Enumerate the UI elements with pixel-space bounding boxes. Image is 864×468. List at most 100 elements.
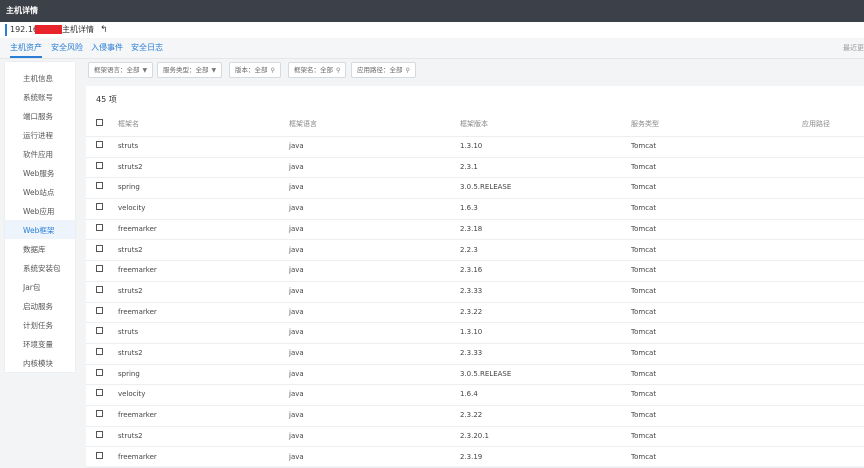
- filter-framework-name[interactable]: 框架名：全部⚲: [288, 62, 346, 78]
- sidebar-item[interactable]: 端口服务: [23, 111, 53, 122]
- sidebar-item[interactable]: 数据库: [23, 244, 46, 255]
- sidebar-item[interactable]: Web服务: [23, 168, 54, 179]
- sidebar-item[interactable]: 计划任务: [23, 320, 53, 331]
- sidebar-item[interactable]: Web应用: [23, 206, 54, 217]
- filter-service-type[interactable]: 服务类型：全部▼: [157, 62, 222, 78]
- table-row[interactable]: struts2java2.3.33Tomcat: [86, 343, 864, 365]
- row-checkbox[interactable]: [96, 431, 103, 438]
- cell-framework-version: 3.0.5.RELEASE: [460, 370, 511, 378]
- row-checkbox[interactable]: [96, 327, 103, 334]
- tab-host-assets[interactable]: 主机资产: [10, 38, 42, 58]
- cell-framework-name: spring: [118, 370, 140, 378]
- filter-label: 框架语言：全部: [94, 66, 140, 74]
- table-row[interactable]: velocityjava1.6.3Tomcat: [86, 198, 864, 220]
- cell-framework-name: freemarker: [118, 266, 157, 274]
- cell-framework-version: 2.3.18: [460, 225, 482, 233]
- cell-framework-version: 1.6.3: [460, 204, 478, 212]
- cell-framework-language: java: [289, 163, 304, 171]
- header-framework-language[interactable]: 框架语言: [289, 119, 317, 129]
- cell-framework-version: 1.3.10: [460, 142, 482, 150]
- table-row[interactable]: freemarkerjava2.3.16Tomcat: [86, 260, 864, 282]
- row-checkbox[interactable]: [96, 265, 103, 272]
- select-all-checkbox[interactable]: [96, 119, 103, 126]
- cell-framework-name: struts2: [118, 349, 143, 357]
- header-app-path[interactable]: 应用路径: [802, 119, 830, 129]
- cell-framework-language: java: [289, 225, 304, 233]
- cell-service-type: Tomcat: [631, 287, 656, 295]
- cell-framework-version: 2.3.20.1: [460, 432, 489, 440]
- item-count: 45 项: [96, 94, 117, 105]
- table-row[interactable]: freemarkerjava2.3.22Tomcat: [86, 302, 864, 324]
- sidebar-item[interactable]: Web框架: [23, 225, 54, 236]
- filter-version[interactable]: 版本：全部⚲: [229, 62, 281, 78]
- filter-label: 版本：全部: [235, 66, 268, 74]
- table-row[interactable]: struts2java2.3.20.1Tomcat: [86, 426, 864, 448]
- sidebar-item[interactable]: 主机信息: [23, 73, 53, 84]
- sidebar-item[interactable]: 运行进程: [23, 130, 53, 141]
- row-checkbox[interactable]: [96, 224, 103, 231]
- cell-service-type: Tomcat: [631, 246, 656, 254]
- filter-framework-language[interactable]: 框架语言：全部▼: [88, 62, 153, 78]
- table-row[interactable]: freemarkerjava2.3.18Tomcat: [86, 219, 864, 241]
- cell-framework-name: struts: [118, 328, 138, 336]
- sidebar-item[interactable]: 系统账号: [23, 92, 53, 103]
- table-row[interactable]: springjava3.0.5.RELEASETomcat: [86, 177, 864, 199]
- row-checkbox[interactable]: [96, 369, 103, 376]
- top-bar: 主机详情: [0, 0, 864, 22]
- row-checkbox[interactable]: [96, 245, 103, 252]
- row-checkbox[interactable]: [96, 389, 103, 396]
- table-header: 框架名 框架语言 框架版本 服务类型 应用路径: [86, 116, 864, 137]
- table-row[interactable]: struts2java2.2.3Tomcat: [86, 240, 864, 262]
- cell-framework-version: 2.3.33: [460, 287, 482, 295]
- last-update-note: 最近更: [843, 38, 864, 58]
- sidebar-item[interactable]: 软件应用: [23, 149, 53, 160]
- header-framework-version[interactable]: 框架版本: [460, 119, 488, 129]
- row-checkbox[interactable]: [96, 410, 103, 417]
- cell-service-type: Tomcat: [631, 163, 656, 171]
- table-row[interactable]: strutsjava1.3.10Tomcat: [86, 136, 864, 158]
- back-icon[interactable]: ↰: [100, 22, 108, 38]
- table-row[interactable]: freemarkerjava2.3.19Tomcat: [86, 447, 864, 468]
- table-row[interactable]: velocityjava1.6.4Tomcat: [86, 384, 864, 406]
- tab-security-risk[interactable]: 安全风险: [51, 38, 83, 58]
- sidebar-item[interactable]: 环境变量: [23, 339, 53, 350]
- table-row[interactable]: strutsjava1.3.10Tomcat: [86, 322, 864, 344]
- row-checkbox[interactable]: [96, 348, 103, 355]
- cell-service-type: Tomcat: [631, 370, 656, 378]
- sidebar-item[interactable]: 启动服务: [23, 301, 53, 312]
- header-service-type[interactable]: 服务类型: [631, 119, 659, 129]
- cell-service-type: Tomcat: [631, 349, 656, 357]
- sidebar-item[interactable]: Jar包: [23, 282, 40, 293]
- table-row[interactable]: freemarkerjava2.3.22Tomcat: [86, 405, 864, 427]
- host-subheader: 192.168 主机详情 ↰: [0, 22, 864, 38]
- cell-framework-name: velocity: [118, 390, 145, 398]
- row-checkbox[interactable]: [96, 452, 103, 459]
- row-checkbox[interactable]: [96, 286, 103, 293]
- filter-app-path[interactable]: 应用路径：全部⚲: [351, 62, 416, 78]
- search-icon: ⚲: [406, 67, 410, 74]
- dropdown-arrow-icon: ▼: [212, 67, 217, 74]
- cell-framework-name: freemarker: [118, 453, 157, 461]
- tab-security-log[interactable]: 安全日志: [131, 38, 163, 58]
- row-checkbox[interactable]: [96, 203, 103, 210]
- header-framework-name[interactable]: 框架名: [118, 119, 139, 129]
- row-checkbox[interactable]: [96, 141, 103, 148]
- cell-framework-name: spring: [118, 183, 140, 191]
- cell-framework-version: 2.3.16: [460, 266, 482, 274]
- tab-bar: 主机资产 安全风险 入侵事件 安全日志 最近更: [0, 38, 864, 59]
- cell-framework-version: 2.3.33: [460, 349, 482, 357]
- row-checkbox[interactable]: [96, 162, 103, 169]
- table-row[interactable]: struts2java2.3.1Tomcat: [86, 157, 864, 179]
- framework-table-panel: 45 项 框架名 框架语言 框架版本 服务类型 应用路径 strutsjava1…: [86, 86, 864, 466]
- table-row[interactable]: springjava3.0.5.RELEASETomcat: [86, 364, 864, 386]
- search-icon: ⚲: [271, 67, 275, 74]
- row-checkbox[interactable]: [96, 182, 103, 189]
- sidebar-item[interactable]: 内核模块: [23, 358, 53, 369]
- table-row[interactable]: struts2java2.3.33Tomcat: [86, 281, 864, 303]
- row-checkbox[interactable]: [96, 307, 103, 314]
- cell-framework-name: struts2: [118, 287, 143, 295]
- cell-framework-language: java: [289, 328, 304, 336]
- sidebar-item[interactable]: 系统安装包: [23, 263, 61, 274]
- sidebar-item[interactable]: Web站点: [23, 187, 54, 198]
- tab-intrusion-events[interactable]: 入侵事件: [91, 38, 123, 58]
